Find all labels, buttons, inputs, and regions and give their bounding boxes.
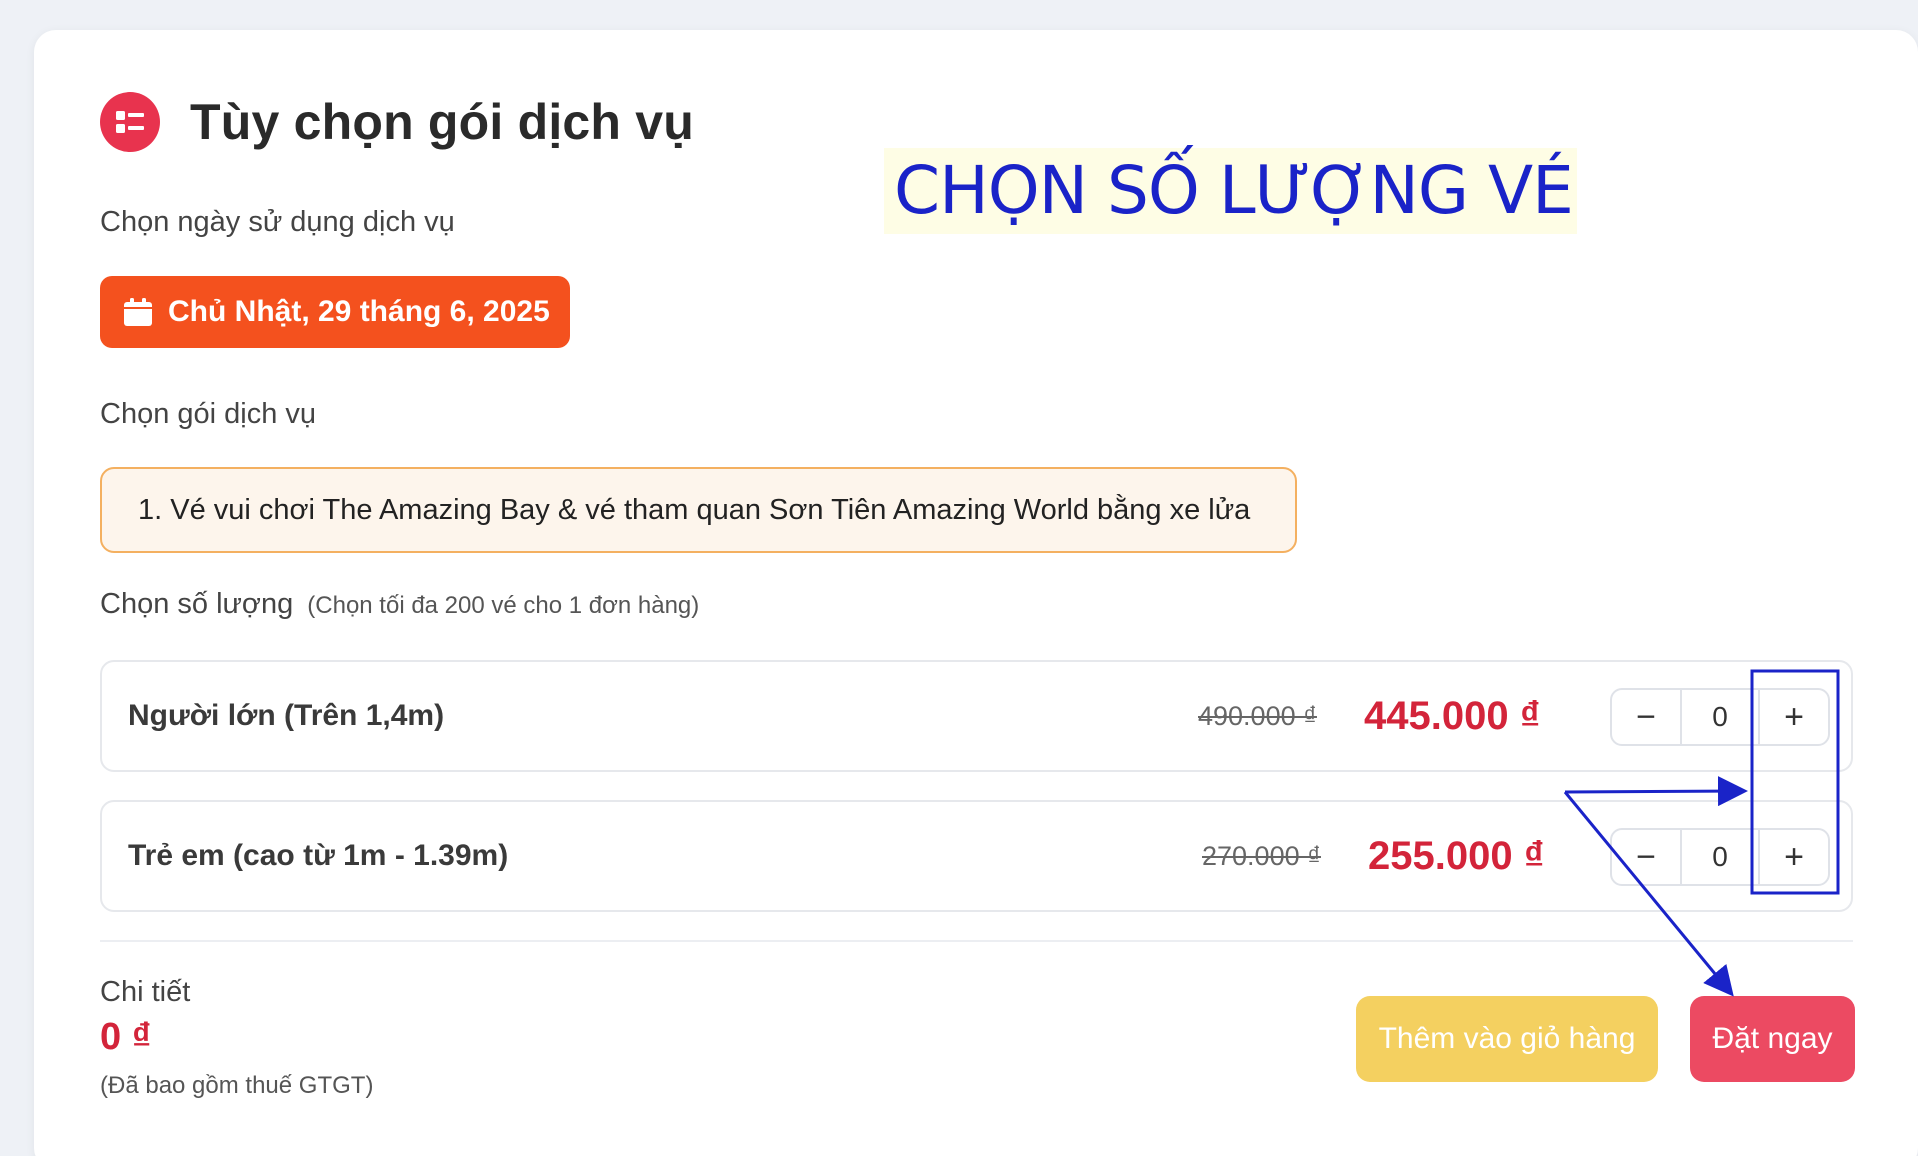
arrow-to-plus [1564,776,1748,807]
annotation-overlay [1563,669,1840,997]
arrow-to-book [1563,791,1734,997]
highlight-box [1750,669,1840,895]
